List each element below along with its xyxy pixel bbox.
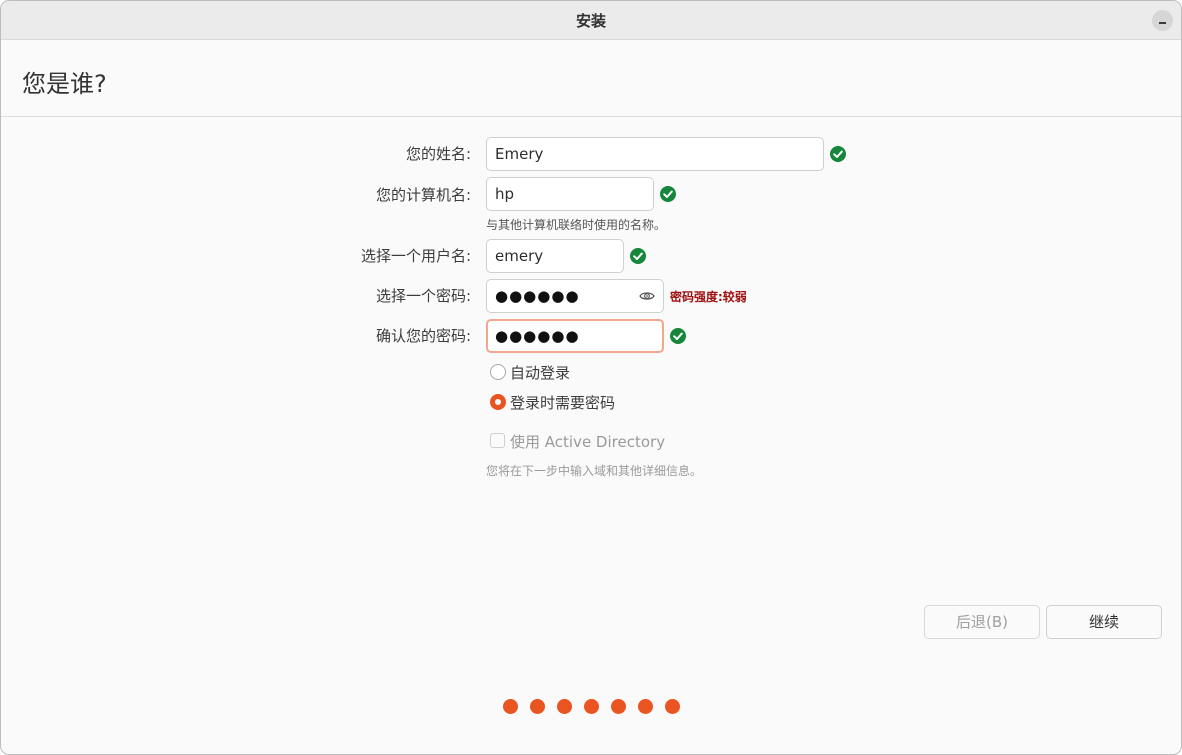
progress-dot xyxy=(557,699,572,714)
page-header: 您是谁? xyxy=(1,40,1181,117)
title-bar: 安装 xyxy=(1,1,1181,40)
progress-dot xyxy=(503,699,518,714)
eye-icon[interactable] xyxy=(639,288,655,304)
password-input[interactable]: ●●●●●● xyxy=(486,279,664,313)
username-label: 选择一个用户名: xyxy=(360,247,471,265)
progress-dot xyxy=(584,699,599,714)
page-title: 您是谁? xyxy=(22,70,107,98)
confirm-password-valid-check-icon xyxy=(670,328,686,344)
progress-dot xyxy=(611,699,626,714)
password-strength: 密码强度:较弱 xyxy=(670,290,747,304)
require-password-label[interactable]: 登录时需要密码 xyxy=(510,393,615,413)
computer-name-input[interactable]: hp xyxy=(486,177,654,211)
username-valid-check-icon xyxy=(630,248,646,264)
username-input[interactable]: emery xyxy=(486,239,624,273)
name-valid-check-icon xyxy=(830,146,846,162)
confirm-password-input[interactable]: ●●●●●● xyxy=(486,319,664,353)
auto-login-label[interactable]: 自动登录 xyxy=(510,363,570,383)
confirm-password-label: 确认您的密码: xyxy=(375,327,471,345)
progress-dot xyxy=(530,699,545,714)
auto-login-radio[interactable] xyxy=(490,364,506,380)
active-directory-checkbox[interactable] xyxy=(490,433,505,448)
computer-name-label: 您的计算机名: xyxy=(375,186,471,204)
active-directory-hint: 您将在下一步中输入域和其他详细信息。 xyxy=(486,464,703,478)
name-label: 您的姓名: xyxy=(405,145,471,163)
computer-name-valid-check-icon xyxy=(660,186,676,202)
name-input[interactable]: Emery xyxy=(486,137,824,171)
progress-dot xyxy=(638,699,653,714)
password-value: ●●●●●● xyxy=(495,287,580,305)
password-label: 选择一个密码: xyxy=(375,287,471,305)
continue-button[interactable]: 继续 xyxy=(1046,605,1162,639)
installer-window: 安装 您是谁? 您的姓名: Emery 您的计算机名: hp 与其他计算机联络时… xyxy=(0,0,1182,755)
minimize-button[interactable] xyxy=(1152,10,1173,31)
require-password-radio[interactable] xyxy=(490,394,506,410)
window-title: 安装 xyxy=(575,12,606,30)
minimize-icon xyxy=(1159,22,1166,24)
confirm-password-value: ●●●●●● xyxy=(495,327,580,345)
computer-name-hint: 与其他计算机联络时使用的名称。 xyxy=(486,218,667,232)
progress-dot xyxy=(665,699,680,714)
back-button[interactable]: 后退(B) xyxy=(924,605,1040,639)
active-directory-label[interactable]: 使用 Active Directory xyxy=(510,432,665,452)
